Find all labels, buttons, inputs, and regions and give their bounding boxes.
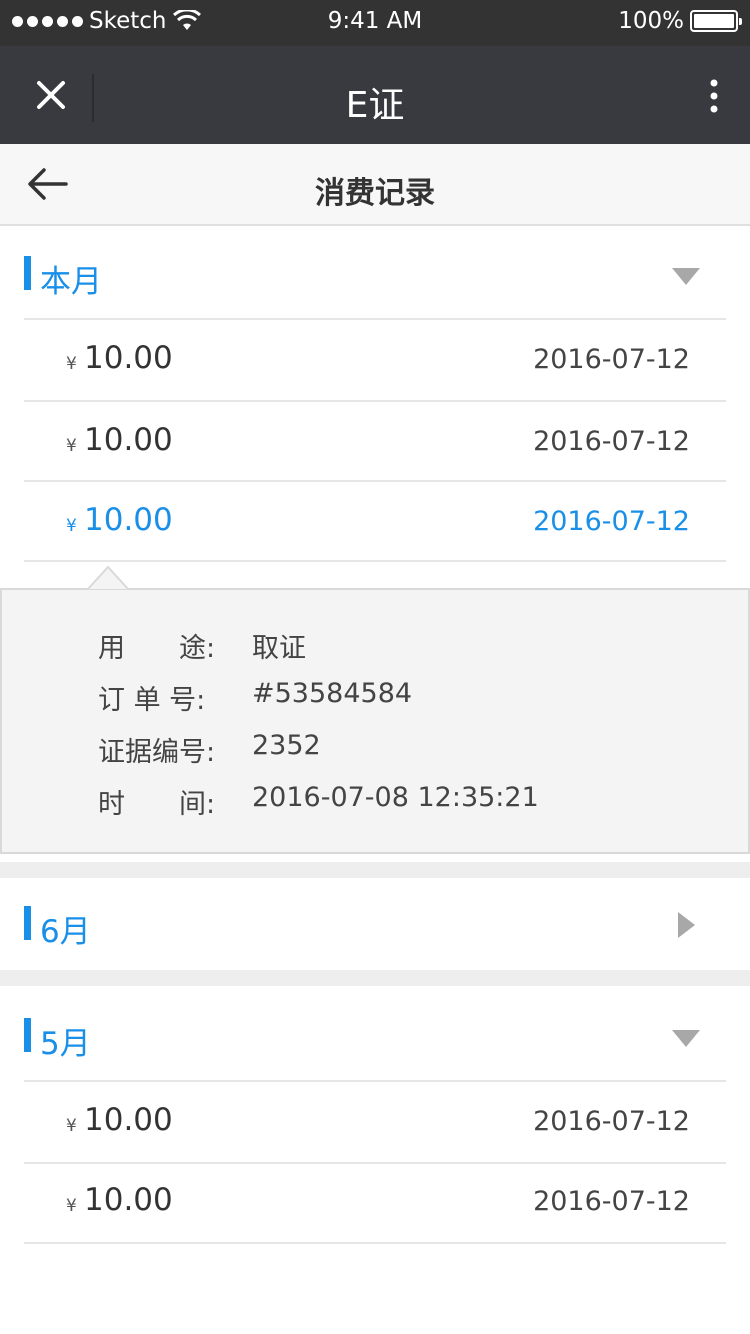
purpose-label: 用 途: (98, 633, 216, 664)
battery-icon (690, 10, 742, 32)
record-date: 2016-07-12 (533, 1106, 690, 1137)
record-amount: 10.00 (84, 1182, 173, 1218)
more-icon[interactable] (708, 78, 720, 114)
divider (24, 1242, 726, 1244)
sub-header: 消费记录 (0, 144, 750, 226)
section-header-may[interactable]: 5月 (0, 988, 750, 1078)
record-row-selected[interactable]: ¥ 10.00 2016-07-12 (0, 482, 750, 562)
order-value: #53584584 (252, 678, 413, 709)
section-marker (24, 256, 31, 290)
currency-symbol: ¥ (66, 516, 77, 536)
currency-symbol: ¥ (66, 436, 77, 456)
currency-symbol: ¥ (66, 1196, 77, 1216)
record-row[interactable]: ¥ 10.00 2016-07-12 (0, 1082, 750, 1162)
section-label: 本月 (40, 264, 102, 300)
section-header-this-month[interactable]: 本月 (0, 228, 750, 318)
section-header-june[interactable]: 6月 (0, 878, 750, 968)
divider (24, 560, 726, 562)
record-amount: 10.00 (84, 1102, 173, 1138)
nav-title: E证 (345, 85, 405, 126)
evidence-label: 证据编号: (98, 737, 216, 768)
popover-caret (88, 565, 128, 590)
battery-percent: 100% (618, 8, 684, 34)
record-amount: 10.00 (84, 422, 173, 458)
evidence-value: 2352 (252, 730, 321, 761)
section-gap (0, 970, 750, 986)
order-label: 订 单 号: (98, 685, 206, 716)
section-label: 6月 (40, 914, 91, 950)
record-date: 2016-07-12 (533, 344, 690, 375)
section-marker (24, 906, 31, 940)
currency-symbol: ¥ (66, 1116, 77, 1136)
collapse-triangle-icon[interactable] (672, 268, 700, 285)
collapse-triangle-icon[interactable] (672, 1030, 700, 1047)
nav-bar: E证 (0, 46, 750, 144)
time-value: 2016-07-08 12:35:21 (252, 782, 539, 813)
page-title: 消费记录 (315, 176, 435, 211)
section-gap (0, 862, 750, 878)
record-date: 2016-07-12 (533, 506, 690, 537)
record-detail-panel: 用 途: 取证 订 单 号: #53584584 证据编号: 2352 时 间:… (0, 588, 750, 854)
record-date: 2016-07-12 (533, 1186, 690, 1217)
record-row[interactable]: ¥ 10.00 2016-07-12 (0, 1162, 750, 1242)
purpose-value: 取证 (252, 633, 306, 664)
time-label: 时 间: (98, 789, 216, 820)
record-row[interactable]: ¥ 10.00 2016-07-12 (0, 320, 750, 400)
expand-triangle-icon[interactable] (678, 912, 695, 938)
record-date: 2016-07-12 (533, 426, 690, 457)
record-amount: 10.00 (84, 340, 173, 376)
currency-symbol: ¥ (66, 354, 77, 374)
section-marker (24, 1018, 31, 1052)
section-label: 5月 (40, 1026, 91, 1062)
record-row[interactable]: ¥ 10.00 2016-07-12 (0, 402, 750, 482)
status-bar: Sketch 9:41 AM 100% (0, 0, 750, 46)
record-amount: 10.00 (84, 502, 173, 538)
